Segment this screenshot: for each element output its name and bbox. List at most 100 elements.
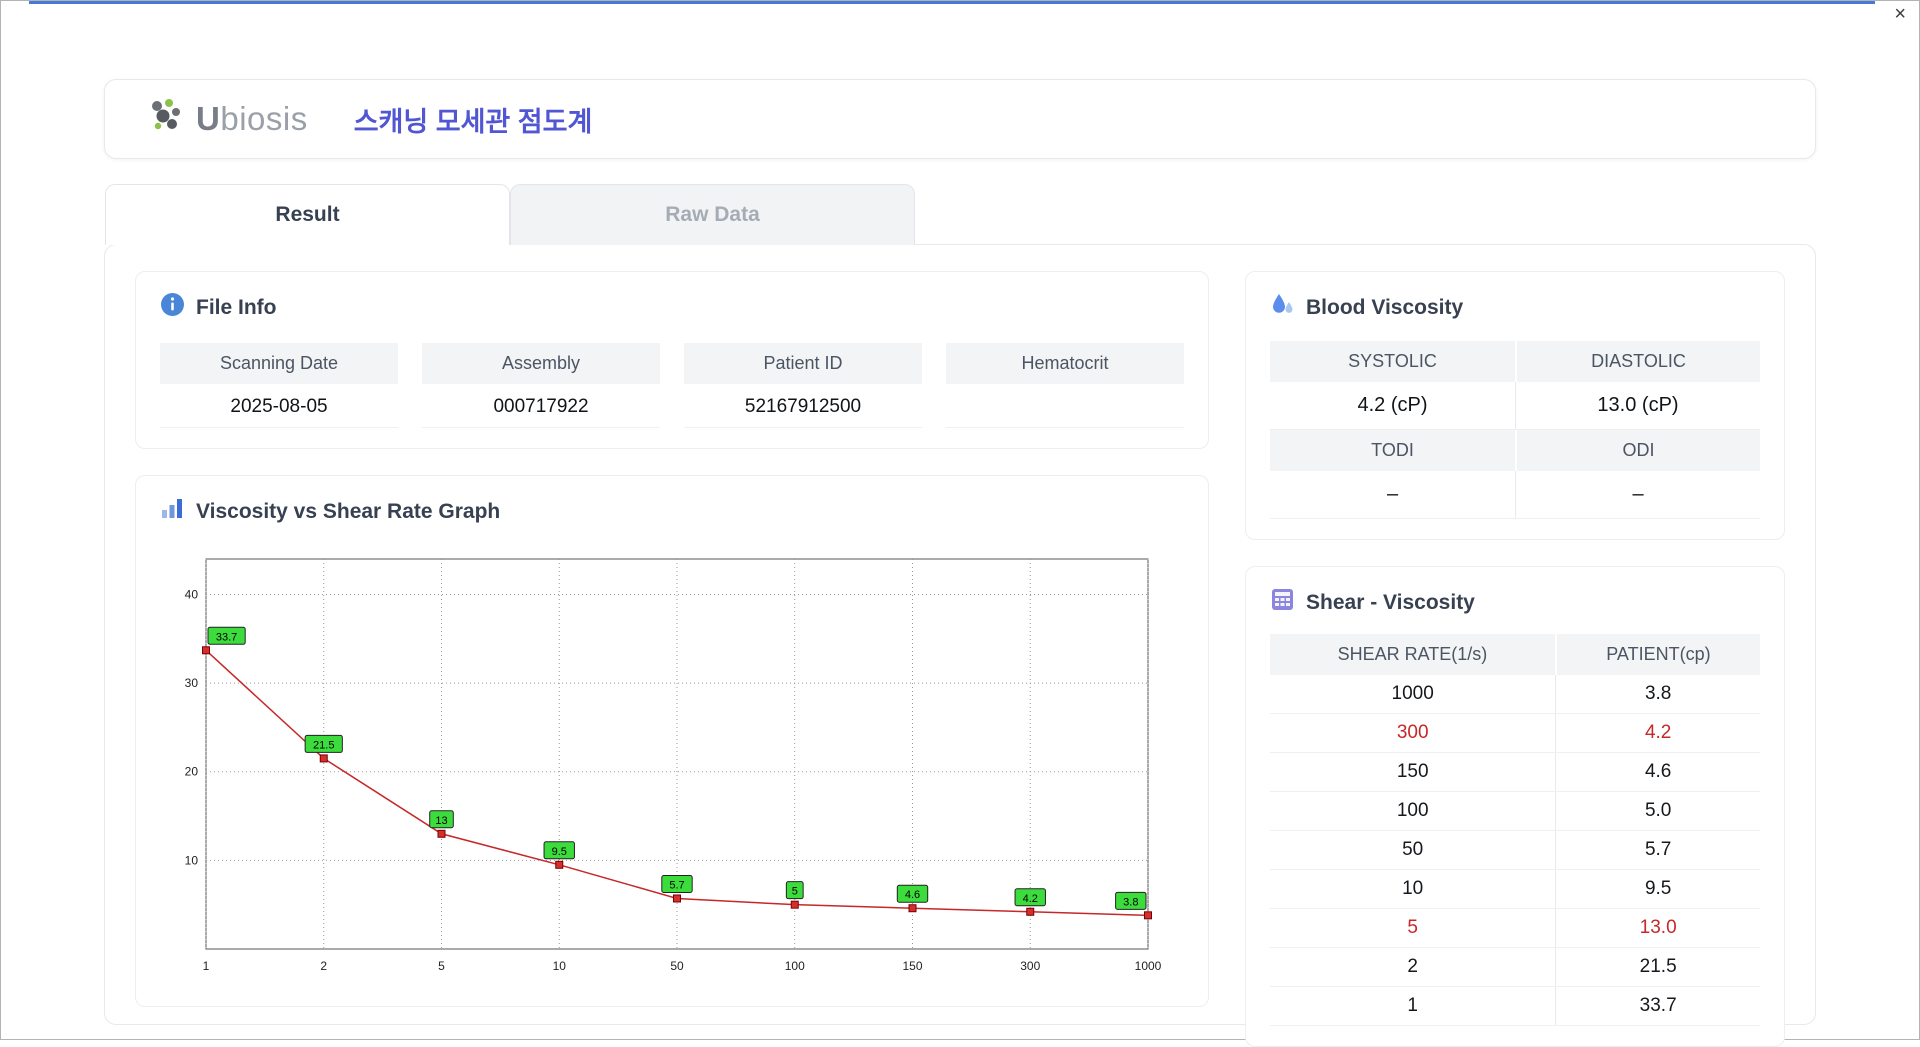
close-icon[interactable]: × [1894,4,1906,24]
field-label: Patient ID [684,343,922,384]
svg-text:5.7: 5.7 [669,879,684,891]
shear-rate-cell: 50 [1270,830,1556,870]
svg-text:5: 5 [438,959,445,973]
svg-text:4.2: 4.2 [1023,893,1038,905]
metric-label-systolic: SYSTOLIC [1270,341,1515,382]
tab-result[interactable]: Result [105,184,510,245]
table-row: 1000 3.8 [1270,675,1760,714]
file-info-card: File Info Scanning Date 2025-08-05 Assem… [135,271,1209,449]
svg-text:2: 2 [320,959,327,973]
shear-rate-cell: 100 [1270,791,1556,831]
tab-bar: Result Raw Data [105,184,915,245]
grid-table-icon [1270,587,1295,618]
result-panel: File Info Scanning Date 2025-08-05 Assem… [104,244,1816,1047]
patient-viscosity-cell: 33.7 [1555,986,1760,1026]
metric-value-systolic: 4.2 (cP) [1270,382,1515,430]
svg-text:4.6: 4.6 [905,889,920,901]
field-patient-id: Patient ID 52167912500 [684,343,922,428]
svg-text:13: 13 [435,815,447,827]
field-value: 000717922 [422,384,660,428]
file-info-title: File Info [196,295,277,319]
chart-area: 10 20 30 40 1 2 5 10 50 100 150 300 1000 33.7 21.5 13 9.… [160,541,1184,986]
blood-drop-icon [1270,292,1295,323]
metric-label-todi: TODI [1270,430,1515,471]
field-scanning-date: Scanning Date 2025-08-05 [160,343,398,428]
table-row: 50 5.7 [1270,830,1760,870]
svg-text:300: 300 [1020,959,1040,973]
table-row: 1 33.7 [1270,986,1760,1026]
table-row: 10 9.5 [1270,869,1760,909]
bar-chart-icon [160,496,185,527]
blood-viscosity-title: Blood Viscosity [1306,295,1464,319]
svg-text:20: 20 [185,765,199,779]
svg-text:150: 150 [902,959,922,973]
shear-rate-cell: 300 [1270,713,1556,753]
viscosity-chart: 10 20 30 40 1 2 5 10 50 100 150 300 1000 33.7 21.5 13 9.… [185,558,1162,973]
field-value: 2025-08-05 [160,384,398,428]
app-header: Ubiosis 스캐닝 모세관 점도계 [104,79,1816,159]
field-hematocrit: Hematocrit [946,343,1184,428]
shear-rate-cell: 10 [1270,869,1556,909]
file-info-fields: Scanning Date 2025-08-05 Assembly 000717… [160,343,1184,428]
ubiosis-logo: Ubiosis [147,97,308,142]
svg-text:30: 30 [185,676,199,690]
field-value [946,384,1184,428]
svg-text:1: 1 [203,959,210,973]
metric-value-odi: – [1515,471,1760,519]
field-label: Scanning Date [160,343,398,384]
metric-label-odi: ODI [1515,430,1760,471]
shear-table-body: 1000 3.8 300 4.2 150 4.6 100 5.0 50 5.7 10 9.5 5 13.0… [1270,675,1760,1026]
shear-rate-cell: 150 [1270,752,1556,792]
shear-rate-cell: 1000 [1270,675,1556,714]
shear-viscosity-card: Shear - Viscosity SHEAR RATE(1/s) PATIEN… [1245,566,1785,1047]
brand-name: Ubiosis [196,100,308,137]
table-row: 5 13.0 [1270,908,1760,948]
page-title: 스캐닝 모세관 점도계 [353,106,593,137]
field-label: Assembly [422,343,660,384]
svg-text:40: 40 [185,587,199,601]
patient-viscosity-cell: 5.0 [1555,791,1760,831]
right-column: Blood Viscosity SYSTOLIC DIASTOLIC 4.2 (… [1245,271,1785,1047]
shear-viscosity-table: SHEAR RATE(1/s) PATIENT(cp) 1000 3.8 300 4.… [1270,634,1760,1026]
field-label: Hematocrit [946,343,1184,384]
field-value: 52167912500 [684,384,922,428]
blood-viscosity-grid: SYSTOLIC DIASTOLIC 4.2 (cP) 13.0 (cP) TO… [1270,341,1760,519]
table-row: 100 5.0 [1270,791,1760,831]
table-row: 300 4.2 [1270,713,1760,753]
top-accent-bar [29,1,1875,4]
patient-viscosity-cell: 13.0 [1555,908,1760,948]
svg-text:10: 10 [553,959,567,973]
field-assembly: Assembly 000717922 [422,343,660,428]
table-row: 150 4.6 [1270,752,1760,792]
patient-viscosity-cell: 3.8 [1555,675,1760,714]
shear-viscosity-title: Shear - Viscosity [1306,590,1475,614]
svg-text:50: 50 [670,959,684,973]
svg-text:33.7: 33.7 [216,631,237,643]
svg-text:3.8: 3.8 [1123,896,1138,908]
metric-label-diastolic: DIASTOLIC [1515,341,1760,382]
svg-text:5: 5 [792,886,798,898]
graph-title: Viscosity vs Shear Rate Graph [196,499,501,523]
table-row: 2 21.5 [1270,947,1760,987]
metric-value-diastolic: 13.0 (cP) [1515,382,1760,430]
tab-raw-data[interactable]: Raw Data [510,184,915,245]
info-icon [160,292,185,323]
svg-text:1000: 1000 [1135,959,1162,973]
svg-text:100: 100 [785,959,805,973]
blood-viscosity-card: Blood Viscosity SYSTOLIC DIASTOLIC 4.2 (… [1245,271,1785,540]
shear-rate-cell: 5 [1270,908,1556,948]
left-column: File Info Scanning Date 2025-08-05 Assem… [135,271,1209,1047]
svg-text:9.5: 9.5 [552,846,567,858]
ubiosis-logo-icon [147,97,189,142]
shear-rate-cell: 1 [1270,986,1556,1026]
patient-viscosity-cell: 4.2 [1555,713,1760,753]
metric-value-todi: – [1270,471,1515,519]
viscosity-graph-card: Viscosity vs Shear Rate Graph 10 20 30 40 1 2… [135,475,1209,1007]
svg-text:21.5: 21.5 [313,739,334,751]
svg-text:10: 10 [185,853,199,867]
patient-viscosity-cell: 5.7 [1555,830,1760,870]
patient-viscosity-cell: 9.5 [1555,869,1760,909]
shear-rate-cell: 2 [1270,947,1556,987]
column-header-patient: PATIENT(cp) [1554,634,1760,675]
patient-viscosity-cell: 4.6 [1555,752,1760,792]
